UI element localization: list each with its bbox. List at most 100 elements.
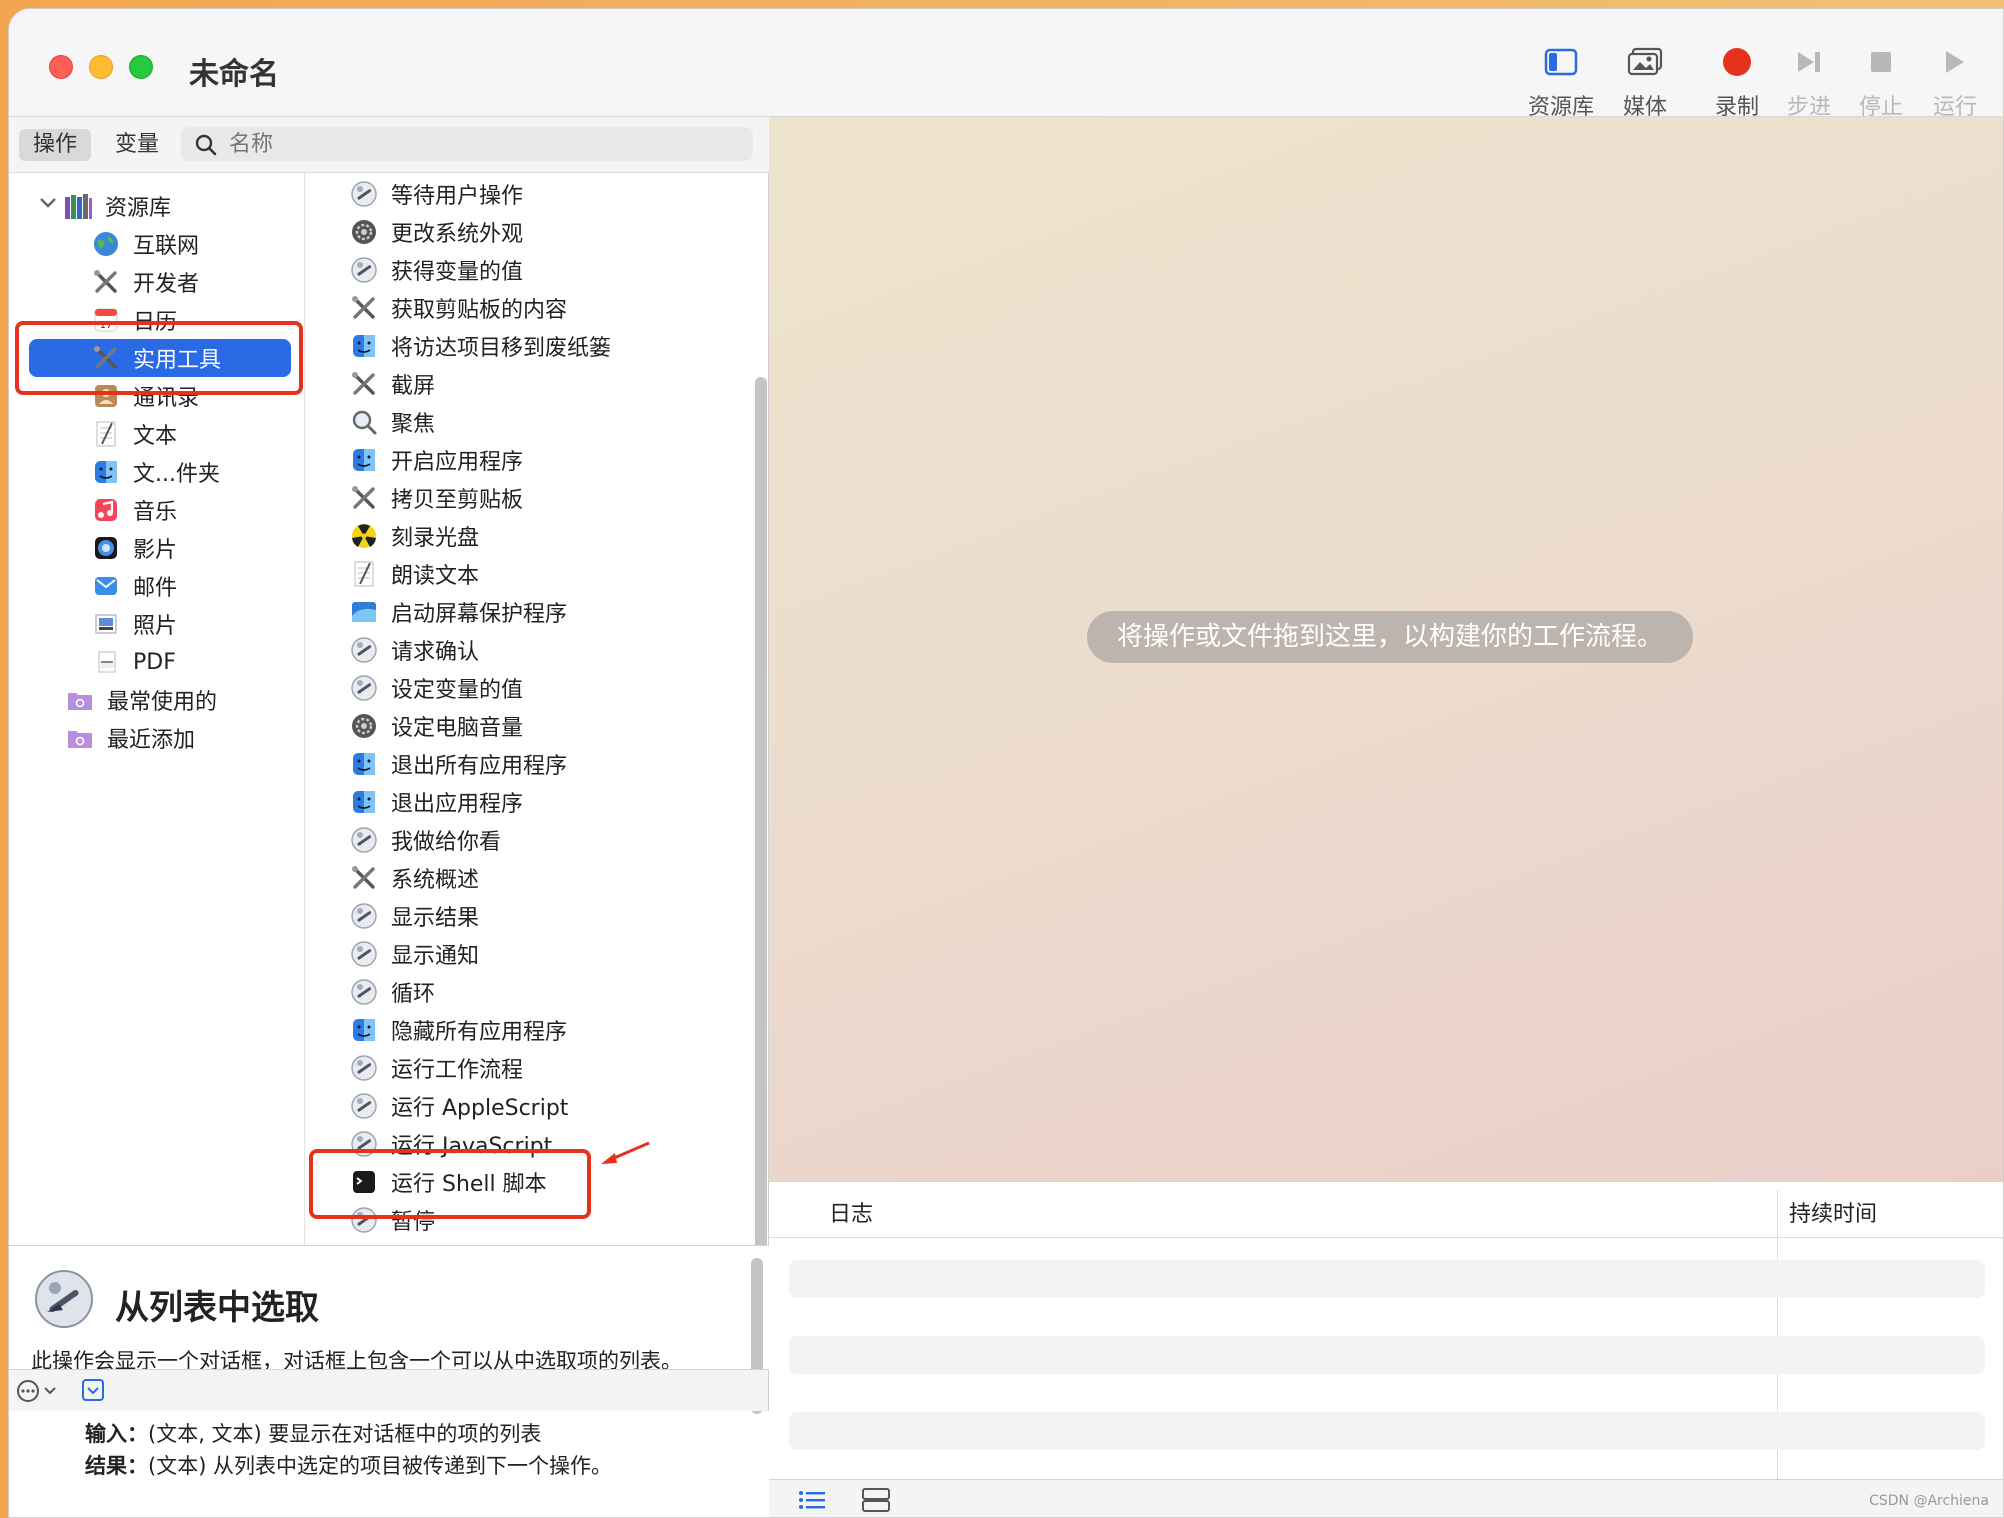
action-list-item[interactable]: 刻录光盘 (349, 517, 479, 555)
action-list-item[interactable]: 朗读文本 (349, 555, 479, 593)
workflow-canvas[interactable]: 将操作或文件拖到这里，以构建你的工作流程。 (769, 117, 2003, 1181)
action-list-scrollbar[interactable] (755, 377, 767, 1245)
action-label: 等待用户操作 (391, 184, 524, 209)
log-column-header[interactable]: 日志 (829, 1196, 873, 1228)
duration-column-header[interactable]: 持续时间 (1789, 1196, 1877, 1228)
sidebar-item-label: 邮件 (133, 576, 178, 601)
finder-icon (349, 1015, 379, 1045)
sidebar-item-label: PDF (133, 649, 176, 675)
right-footer: CSDN @Archiena (769, 1479, 2003, 1517)
annotation-highlight-shell (309, 1149, 591, 1219)
search-field[interactable] (181, 127, 753, 161)
automator-icon (349, 901, 379, 931)
sidebar-item[interactable]: 文...件夹 (91, 453, 220, 491)
search-bar: 操作 变量 (9, 117, 769, 173)
action-list-item[interactable]: 等待用户操作 (349, 175, 523, 213)
finder-icon (349, 787, 379, 817)
library-root-label: 资源库 (105, 196, 172, 221)
smart-folder-icon (65, 685, 95, 715)
action-list-item[interactable]: 循环 (349, 973, 435, 1011)
description-toggle-icon[interactable] (81, 1378, 105, 1402)
stop-button[interactable]: 停止 (1841, 39, 1921, 121)
library-root[interactable]: 资源库 (63, 187, 171, 225)
action-list-item[interactable]: 运行 AppleScript (349, 1087, 568, 1125)
action-list-item[interactable]: 开启应用程序 (349, 441, 523, 479)
sidebar-item[interactable]: 音乐 (91, 491, 177, 529)
record-icon (1723, 48, 1751, 76)
finder-icon (349, 445, 379, 475)
sidebar-item-label: 照片 (133, 614, 178, 639)
step-button[interactable]: 步进 (1769, 39, 1849, 121)
chevron-down-icon[interactable] (39, 197, 57, 209)
input-value: (文本, 文本) 要显示在对话框中的项的列表 (148, 1422, 542, 1446)
action-input-row: 输入：(文本, 文本) 要显示在对话框中的项的列表 (85, 1418, 541, 1448)
result-label: 结果： (85, 1454, 148, 1478)
close-button[interactable] (49, 55, 73, 79)
sidebar-item-label: 音乐 (133, 500, 178, 525)
action-label: 聚焦 (391, 412, 436, 437)
tools-icon (349, 369, 379, 399)
action-list-item[interactable]: 将访达项目移到废纸篓 (349, 327, 611, 365)
action-list-item[interactable]: 获取剪贴板的内容 (349, 289, 567, 327)
sidebar-item-label: 互联网 (133, 234, 200, 259)
action-label: 开启应用程序 (391, 450, 524, 475)
sidebar-item[interactable]: 照片 (91, 605, 177, 643)
tab-variables[interactable]: 变量 (101, 129, 173, 161)
search-input[interactable] (229, 129, 729, 159)
automator-robot-icon (35, 1270, 93, 1328)
record-button[interactable]: 录制 (1697, 39, 1777, 121)
action-list-item[interactable]: 退出所有应用程序 (349, 745, 567, 783)
action-list-item[interactable]: 拷贝至剪贴板 (349, 479, 523, 517)
sidebar-item[interactable]: 文本 (91, 415, 177, 453)
action-list-item[interactable]: 系统概述 (349, 859, 479, 897)
text-icon (91, 419, 121, 449)
action-list-item[interactable]: 显示结果 (349, 897, 479, 935)
tab-actions[interactable]: 操作 (19, 129, 92, 161)
action-list-item[interactable]: 设定变量的值 (349, 669, 523, 707)
action-list-item[interactable]: 设定电脑音量 (349, 707, 523, 745)
action-label: 设定电脑音量 (391, 716, 524, 741)
run-button[interactable]: 运行 (1915, 39, 1995, 121)
action-description: 从列表中选取 此操作会显示一个对话框，对话框上包含一个可以从中选取项的列表。 输… (9, 1245, 769, 1480)
sidebar-item[interactable]: 开发者 (91, 263, 199, 301)
automator-icon (349, 255, 379, 285)
action-list-item[interactable]: 请求确认 (349, 631, 479, 669)
smart-folder-item[interactable]: 最常使用的 (65, 681, 217, 719)
zoom-button[interactable] (129, 55, 153, 79)
window-title: 未命名 (189, 57, 279, 92)
annotation-arrow-icon (601, 1141, 650, 1164)
sidebar-item[interactable]: 互联网 (91, 225, 199, 263)
finder-icon (349, 331, 379, 361)
action-list-item[interactable]: 我做给你看 (349, 821, 501, 859)
finder-icon (91, 457, 121, 487)
action-list-item[interactable]: 退出应用程序 (349, 783, 523, 821)
more-options-icon[interactable] (15, 1378, 61, 1404)
sidebar-item[interactable]: 邮件 (91, 567, 177, 605)
sidebar-item[interactable]: 影片 (91, 529, 177, 567)
log-header: 日志 持续时间 (769, 1182, 2003, 1238)
action-list-item[interactable]: 截屏 (349, 365, 435, 403)
tools-icon (349, 863, 379, 893)
list-view-icon[interactable] (797, 1488, 827, 1512)
action-list-item[interactable]: 聚焦 (349, 403, 435, 441)
workflow-hint: 将操作或文件拖到这里，以构建你的工作流程。 (1087, 611, 1693, 663)
smart-folder-item[interactable]: 最近添加 (65, 719, 195, 757)
action-list-item[interactable]: 获得变量的值 (349, 251, 523, 289)
action-result-row: 结果：(文本) 从列表中选定的项目被传递到下一个操作。 (85, 1450, 612, 1480)
action-list-item[interactable]: 运行工作流程 (349, 1049, 523, 1087)
action-list-item[interactable]: 更改系统外观 (349, 213, 523, 251)
media-button[interactable]: 媒体 (1605, 39, 1685, 121)
action-list-item[interactable]: 启动屏幕保护程序 (349, 593, 567, 631)
action-label: 我做给你看 (391, 830, 502, 855)
action-label: 系统概述 (391, 868, 480, 893)
smart-folder-label: 最近添加 (107, 728, 196, 753)
minimize-button[interactable] (89, 55, 113, 79)
spotlight-icon (349, 407, 379, 437)
split-view-icon[interactable] (861, 1486, 891, 1514)
sidebar-item[interactable]: PDF (91, 643, 176, 681)
log-panel: 日志 持续时间 (769, 1181, 2003, 1480)
action-list-item[interactable]: 隐藏所有应用程序 (349, 1011, 567, 1049)
library-button[interactable]: 资源库 (1521, 39, 1601, 121)
action-list-item[interactable]: 显示通知 (349, 935, 479, 973)
tools-icon (349, 483, 379, 513)
